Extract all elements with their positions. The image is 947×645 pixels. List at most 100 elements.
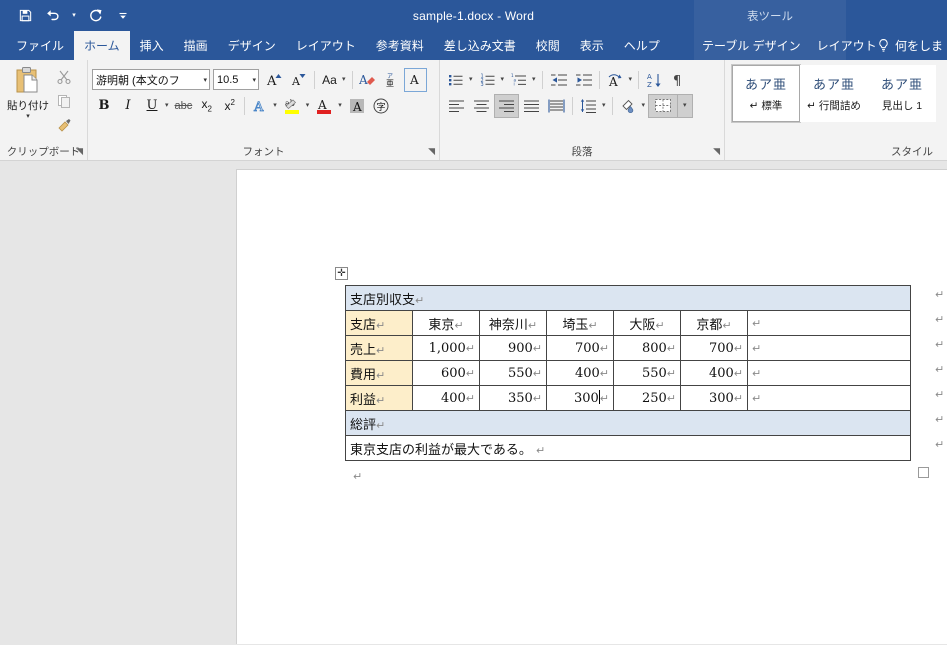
show-formatting-marks-button[interactable]: ¶ (667, 68, 691, 92)
table-cell-profit-kanagawa[interactable]: 350↵ (479, 385, 547, 411)
table-cell-header-empty[interactable]: ↵ (747, 310, 911, 336)
character-shading-button[interactable]: A (345, 94, 369, 118)
tab-home[interactable]: ホーム (74, 31, 130, 60)
justify-button[interactable] (519, 94, 544, 118)
grow-font-button[interactable]: A (263, 68, 287, 92)
undo-icon[interactable] (40, 4, 66, 28)
table-cell-cost-tokyo[interactable]: 600↵ (412, 360, 480, 386)
change-case-button[interactable]: Aa (318, 68, 341, 92)
table-cell-profit-osaka[interactable]: 250↵ (613, 385, 681, 411)
document-page[interactable]: ✛ 支店別収支↵ 支店↵ 東京↵ 神奈川↵ 埼玉↵ 大阪↵ 京都↵ ↵ 売上↵ … (236, 169, 947, 644)
multilevel-list-chevron-down-icon[interactable]: ▾ (531, 76, 539, 83)
style-no-spacing[interactable]: あア亜 ↵ 行間詰め (800, 65, 868, 122)
save-icon[interactable] (12, 4, 38, 28)
tab-draw[interactable]: 描画 (174, 31, 218, 60)
table-cell-header-tokyo[interactable]: 東京↵ (412, 310, 480, 336)
style-heading-1[interactable]: あア亜 見出し 1 (868, 65, 936, 122)
table-row-cost[interactable]: 費用↵ 600↵ 550↵ 400↵ 550↵ 400↵ ↵ (345, 360, 911, 386)
table-cell-profit-kyoto[interactable]: 300↵ (680, 385, 748, 411)
table-cell-header-kyoto[interactable]: 京都↵ (680, 310, 748, 336)
shading-chevron-down-icon[interactable]: ▾ (641, 102, 649, 109)
copy-button[interactable] (52, 89, 75, 112)
table-cell-header-osaka[interactable]: 大阪↵ (613, 310, 681, 336)
phonetic-guide-button[interactable]: ア亜 (381, 68, 404, 92)
paste-button[interactable]: 貼り付け ▾ (4, 63, 52, 121)
document-table[interactable]: 支店別収支↵ 支店↵ 東京↵ 神奈川↵ 埼玉↵ 大阪↵ 京都↵ ↵ 売上↵ 1,… (345, 285, 911, 461)
font-name-input[interactable]: 游明朝 (本文のフ ▾ (92, 69, 210, 90)
text-effects-button[interactable]: A (248, 94, 272, 118)
underline-button[interactable]: U (140, 94, 164, 118)
tell-me-search[interactable]: 何をしま (869, 31, 947, 60)
shrink-font-button[interactable]: A (287, 68, 311, 92)
borders-button[interactable] (648, 93, 679, 118)
text-highlight-color-button[interactable]: ab (280, 94, 305, 118)
table-cell-header-saitama[interactable]: 埼玉↵ (546, 310, 614, 336)
table-cell-header-kanagawa[interactable]: 神奈川↵ (479, 310, 547, 336)
tab-file[interactable]: ファイル (6, 31, 74, 60)
table-row-sales[interactable]: 売上↵ 1,000↵ 900↵ 700↵ 800↵ 700↵ ↵ (345, 335, 911, 361)
bullets-chevron-down-icon[interactable]: ▾ (468, 76, 476, 83)
paragraph-dialog-launcher[interactable]: ◥ (713, 144, 720, 159)
tab-design[interactable]: デザイン (218, 31, 286, 60)
redo-icon[interactable] (82, 4, 108, 28)
multilevel-list-button[interactable]: 1ai (507, 68, 531, 92)
tab-review[interactable]: 校閲 (526, 31, 570, 60)
align-right-button[interactable] (494, 93, 519, 118)
undo-dropdown-chevron-down-icon[interactable]: ▾ (68, 4, 80, 28)
table-cell-cost-kyoto[interactable]: 400↵ (680, 360, 748, 386)
enclose-characters-button[interactable]: 字 (369, 94, 393, 118)
customize-quick-access-toolbar-chevron-down-icon[interactable] (110, 4, 136, 28)
character-border-button[interactable]: A (403, 67, 427, 92)
change-case-chevron-down-icon[interactable]: ▾ (341, 76, 349, 83)
italic-button[interactable]: I (116, 94, 140, 118)
table-cell-sales-osaka[interactable]: 800↵ (613, 335, 681, 361)
table-cell-cost-kanagawa[interactable]: 550↵ (479, 360, 547, 386)
table-cell-summary-text[interactable]: 東京支店の利益が最大である。 ↵ (345, 435, 911, 461)
table-cell-summary-header[interactable]: 総評↵ (345, 410, 911, 436)
table-cell-label-sales[interactable]: 売上↵ (345, 335, 413, 361)
font-color-button[interactable]: A (312, 94, 337, 118)
text-effects-chevron-down-icon[interactable]: ▾ (272, 102, 280, 109)
table-row-summary-header[interactable]: 総評↵ (345, 410, 911, 436)
line-spacing-chevron-down-icon[interactable]: ▾ (601, 102, 609, 109)
table-cell-label-cost[interactable]: 費用↵ (345, 360, 413, 386)
numbering-chevron-down-icon[interactable]: ▾ (500, 76, 508, 83)
table-cell-profit-saitama[interactable]: 300↵ (546, 385, 614, 411)
tab-references[interactable]: 参考資料 (366, 31, 434, 60)
format-painter-button[interactable] (52, 113, 75, 136)
font-dialog-launcher[interactable]: ◥ (428, 144, 435, 159)
phonetic-alignment-button[interactable]: A (603, 68, 628, 92)
decrease-indent-button[interactable] (546, 68, 571, 92)
numbering-button[interactable]: 123 (476, 68, 500, 92)
bullets-button[interactable] (444, 68, 468, 92)
tab-view[interactable]: 表示 (570, 31, 614, 60)
table-cell-profit-tokyo[interactable]: 400↵ (412, 385, 480, 411)
superscript-button[interactable]: x2 (218, 94, 241, 118)
table-cell-cost-saitama[interactable]: 400↵ (546, 360, 614, 386)
table-cell-label-profit[interactable]: 利益↵ (345, 385, 413, 411)
distributed-align-button[interactable] (544, 94, 569, 118)
table-cell-header-branch[interactable]: 支店↵ (345, 310, 413, 336)
document-canvas[interactable]: ✛ 支店別収支↵ 支店↵ 東京↵ 神奈川↵ 埼玉↵ 大阪↵ 京都↵ ↵ 売上↵ … (0, 161, 947, 644)
align-left-button[interactable] (444, 94, 469, 118)
table-cell-sales-kyoto[interactable]: 700↵ (680, 335, 748, 361)
table-cell-title[interactable]: 支店別収支↵ (345, 285, 911, 311)
font-size-input[interactable]: 10.5 ▾ (213, 69, 259, 90)
table-resize-handle[interactable] (918, 467, 929, 478)
table-row-profit[interactable]: 利益↵ 400↵ 350↵ 300↵ 250↵ 300↵ ↵ (345, 385, 911, 411)
align-center-button[interactable] (469, 94, 494, 118)
sort-button[interactable]: AZ (642, 68, 667, 92)
bold-button[interactable]: B (92, 94, 116, 118)
font-size-chevron-down-icon[interactable]: ▾ (249, 76, 256, 84)
line-and-paragraph-spacing-button[interactable] (576, 94, 601, 118)
table-row-title[interactable]: 支店別収支↵ (345, 285, 911, 311)
borders-chevron-down-icon[interactable]: ▾ (678, 93, 693, 118)
underline-chevron-down-icon[interactable]: ▾ (164, 102, 172, 109)
font-color-chevron-down-icon[interactable]: ▾ (337, 102, 345, 109)
table-cell-profit-empty[interactable]: ↵ (747, 385, 911, 411)
clipboard-dialog-launcher[interactable]: ◥ (76, 144, 83, 159)
table-row-summary-text[interactable]: 東京支店の利益が最大である。 ↵ (345, 435, 911, 461)
style-normal[interactable]: あア亜 ↵ 標準 (732, 65, 800, 122)
shading-button[interactable] (616, 94, 641, 118)
tab-layout[interactable]: レイアウト (286, 31, 366, 60)
